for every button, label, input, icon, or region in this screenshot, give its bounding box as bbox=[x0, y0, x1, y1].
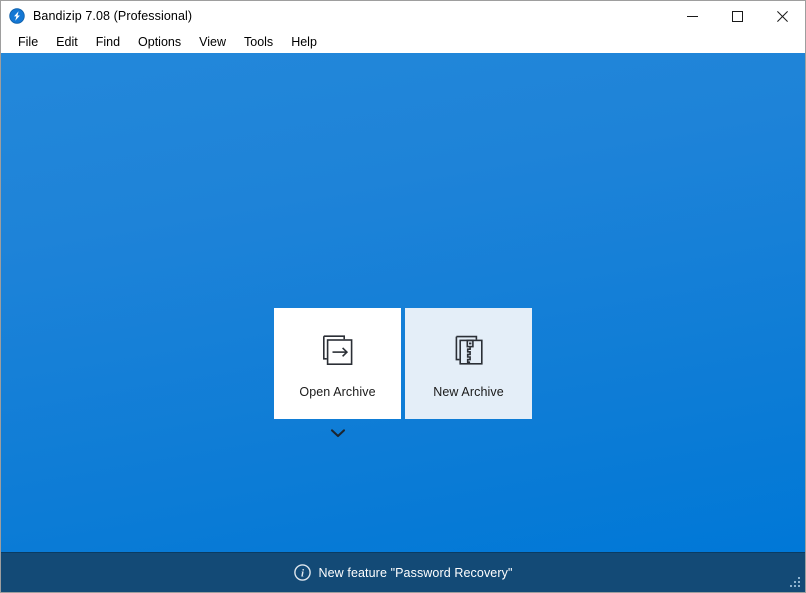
menu-item-find[interactable]: Find bbox=[87, 33, 129, 52]
menu-item-help[interactable]: Help bbox=[282, 33, 326, 52]
minimize-button[interactable] bbox=[670, 1, 715, 31]
new-archive-icon bbox=[448, 329, 490, 375]
resize-grip-icon[interactable] bbox=[789, 576, 802, 589]
open-archive-icon bbox=[317, 329, 359, 375]
status-bar: i New feature "Password Recovery" bbox=[1, 552, 805, 592]
svg-text:i: i bbox=[300, 568, 304, 580]
menu-bar: File Edit Find Options View Tools Help bbox=[1, 31, 805, 53]
chevron-down-icon bbox=[330, 429, 345, 438]
close-icon bbox=[777, 10, 788, 22]
minimize-icon bbox=[687, 15, 698, 17]
new-archive-label: New Archive bbox=[433, 384, 504, 399]
status-message: New feature "Password Recovery" bbox=[318, 565, 513, 580]
info-icon: i bbox=[293, 564, 311, 581]
window-controls bbox=[670, 1, 805, 31]
open-archive-button[interactable]: Open Archive bbox=[274, 308, 401, 419]
close-button[interactable] bbox=[760, 1, 805, 31]
main-canvas: Open Archive New Archive bbox=[1, 53, 805, 552]
maximize-button[interactable] bbox=[715, 1, 760, 31]
launch-card-row: Open Archive New Archive bbox=[274, 308, 532, 419]
new-archive-button[interactable]: New Archive bbox=[405, 308, 532, 419]
bandizip-logo-icon bbox=[9, 8, 25, 24]
status-notice[interactable]: i New feature "Password Recovery" bbox=[293, 564, 513, 581]
expand-more-button[interactable] bbox=[274, 425, 401, 441]
menu-item-tools[interactable]: Tools bbox=[235, 33, 282, 52]
menu-item-edit[interactable]: Edit bbox=[47, 33, 87, 52]
launch-panel: Open Archive New Archive bbox=[274, 308, 532, 441]
menu-item-view[interactable]: View bbox=[190, 33, 235, 52]
title-bar: Bandizip 7.08 (Professional) bbox=[1, 1, 805, 31]
open-archive-label: Open Archive bbox=[299, 384, 376, 399]
menu-item-file[interactable]: File bbox=[9, 33, 47, 52]
window-title: Bandizip 7.08 (Professional) bbox=[33, 9, 193, 23]
bandizip-main-window: Bandizip 7.08 (Professional) File Edit F… bbox=[0, 0, 806, 593]
menu-item-options[interactable]: Options bbox=[129, 33, 190, 52]
maximize-icon bbox=[732, 10, 743, 22]
